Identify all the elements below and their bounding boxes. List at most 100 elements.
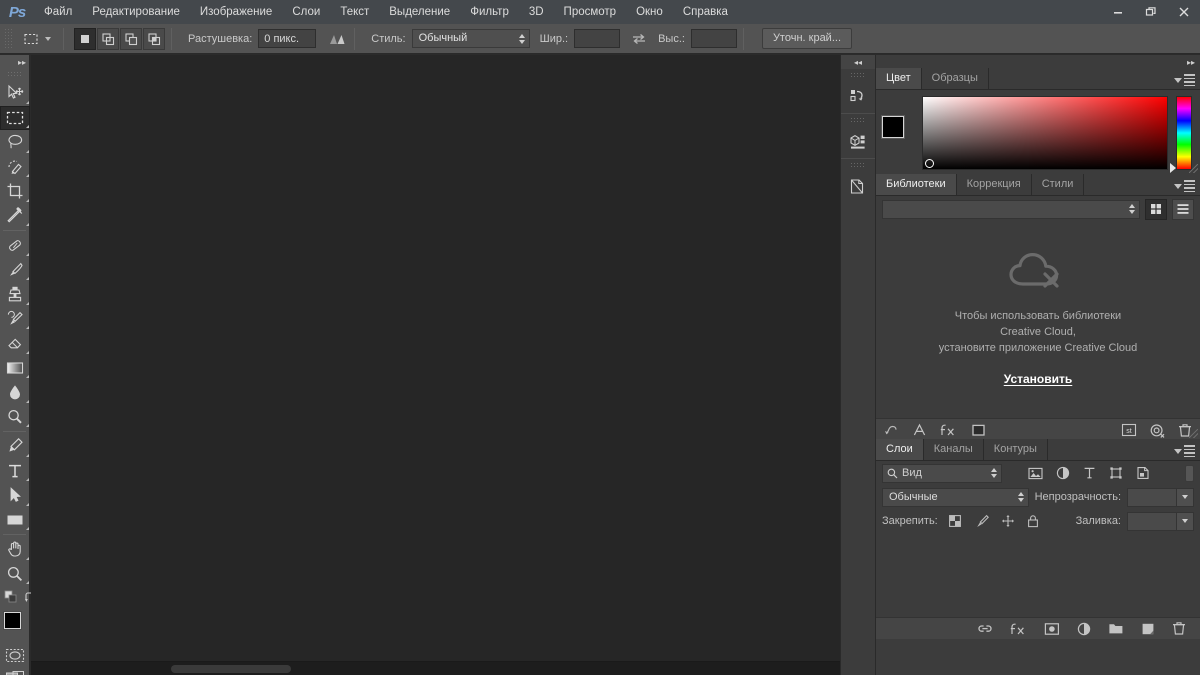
install-link[interactable]: Установить (1004, 372, 1073, 386)
tab-layers[interactable]: Слои (876, 439, 924, 460)
foreground-color-swatch[interactable] (882, 115, 904, 138)
foreground-color-swatch[interactable] (4, 612, 21, 629)
link-styles-icon[interactable] (884, 423, 899, 437)
selection-mode-new[interactable] (74, 27, 96, 50)
lock-position-icon[interactable] (1001, 514, 1015, 528)
filter-pixel-icon[interactable] (1028, 467, 1043, 480)
opacity-value[interactable] (1127, 487, 1177, 507)
dodge-tool[interactable] (0, 405, 30, 430)
chevron-down-icon[interactable] (1177, 487, 1194, 507)
menu-справка[interactable]: Справка (673, 0, 738, 24)
selection-mode-add[interactable] (97, 27, 119, 50)
panel-resize-grip[interactable] (1189, 429, 1198, 438)
swap-dimensions-icon[interactable] (628, 28, 650, 50)
gradient-tool[interactable] (0, 356, 30, 381)
menu-редактирование[interactable]: Редактирование (82, 0, 190, 24)
brush-tool[interactable] (0, 258, 30, 283)
new-group-icon[interactable] (1108, 622, 1124, 635)
tab-libraries[interactable]: Библиотеки (876, 174, 957, 195)
color-field[interactable] (922, 95, 1168, 170)
expand-toolbar-icon[interactable]: ▸▸ (0, 55, 29, 69)
actions-panel-icon[interactable] (841, 171, 875, 203)
selection-mode-intersect[interactable] (143, 27, 165, 50)
layer-style-fx-icon[interactable] (1010, 622, 1027, 636)
scrollbar-thumb[interactable] (171, 665, 291, 673)
layer-filter-select[interactable]: Вид (882, 463, 1002, 483)
chevron-down-icon[interactable] (1177, 511, 1194, 531)
anti-alias-icon[interactable] (326, 28, 348, 50)
new-layer-icon[interactable] (1141, 622, 1155, 636)
panel-menu-icon[interactable] (1174, 445, 1195, 457)
minimize-button[interactable] (1101, 0, 1134, 24)
dock-grip[interactable] (850, 72, 866, 79)
pen-tool[interactable] (0, 434, 30, 459)
feather-input[interactable] (258, 29, 317, 48)
opacity-control[interactable] (1127, 487, 1194, 507)
filter-toggle-icon[interactable] (1185, 464, 1194, 482)
dock-grip[interactable] (850, 117, 866, 124)
fill-control[interactable] (1127, 511, 1194, 531)
filter-shape-icon[interactable] (1109, 466, 1123, 480)
properties-panel-icon[interactable] (841, 126, 875, 158)
menu-текст[interactable]: Текст (330, 0, 379, 24)
grid-view-icon[interactable] (1145, 198, 1167, 220)
library-select[interactable] (882, 199, 1140, 219)
width-input[interactable] (574, 29, 621, 48)
new-adjustment-layer-icon[interactable] (1077, 622, 1091, 636)
menu-выделение[interactable]: Выделение (379, 0, 460, 24)
menu-фильтр[interactable]: Фильтр (460, 0, 519, 24)
lock-image-pixels-icon[interactable] (974, 514, 989, 528)
link-layers-icon[interactable] (977, 622, 993, 635)
history-brush-tool[interactable] (0, 307, 30, 332)
panel-menu-icon[interactable] (1174, 74, 1195, 86)
clear-style-icon[interactable] (1149, 423, 1166, 438)
tab-channels[interactable]: Каналы (923, 439, 984, 460)
eraser-tool[interactable] (0, 331, 30, 356)
lock-transparent-pixels-icon[interactable] (948, 514, 962, 528)
delete-layer-icon[interactable] (1172, 621, 1186, 636)
tab-adjustments[interactable]: Коррекция (956, 174, 1032, 195)
text-style-icon[interactable] (913, 423, 926, 437)
menu-изображение[interactable]: Изображение (190, 0, 282, 24)
menu-просмотр[interactable]: Просмотр (554, 0, 627, 24)
options-bar-grip[interactable] (4, 27, 12, 50)
restore-button[interactable] (1134, 0, 1167, 24)
list-view-icon[interactable] (1172, 198, 1194, 220)
tool-preset-picker[interactable] (16, 28, 57, 50)
canvas-area[interactable] (31, 55, 840, 675)
menu-окно[interactable]: Окно (626, 0, 673, 24)
toolbar-grip[interactable] (7, 71, 22, 78)
panel-menu-icon[interactable] (1174, 180, 1195, 192)
tab-color[interactable]: Цвет (876, 68, 922, 89)
filter-smart-object-icon[interactable] (1136, 466, 1150, 480)
rectangular-marquee-tool[interactable] (0, 105, 30, 130)
path-selection-tool[interactable] (0, 483, 30, 508)
history-panel-icon[interactable] (841, 81, 875, 113)
quick-mask-button[interactable] (0, 644, 30, 666)
type-tool[interactable] (0, 459, 30, 484)
clone-stamp-tool[interactable] (0, 282, 30, 307)
screen-mode-button[interactable] (0, 666, 30, 675)
dock-grip[interactable] (850, 162, 866, 169)
lasso-tool[interactable] (0, 130, 30, 155)
menu-файл[interactable]: Файл (34, 0, 82, 24)
blend-mode-select[interactable]: Обычные (882, 487, 1029, 507)
style-select[interactable]: Обычный (411, 29, 530, 48)
filter-type-icon[interactable] (1083, 466, 1096, 480)
eyedropper-tool[interactable] (0, 204, 30, 229)
selection-mode-subtract[interactable] (120, 27, 142, 50)
fx-icon[interactable] (940, 423, 957, 437)
panel-resize-grip[interactable] (1189, 164, 1198, 173)
close-button[interactable] (1167, 0, 1200, 24)
lock-all-icon[interactable] (1027, 514, 1039, 528)
hand-tool[interactable] (0, 537, 30, 562)
rectangle-tool[interactable] (0, 508, 30, 533)
menu-слои[interactable]: Слои (282, 0, 330, 24)
horizontal-scrollbar[interactable] (31, 661, 840, 675)
st-icon[interactable]: st (1121, 423, 1137, 437)
move-tool[interactable] (0, 81, 30, 106)
filter-adjustment-icon[interactable] (1056, 466, 1070, 480)
hue-slider[interactable] (1170, 95, 1192, 173)
layers-list[interactable] (876, 533, 1200, 605)
collapse-panels-icon[interactable]: ◂◂ (841, 55, 875, 69)
